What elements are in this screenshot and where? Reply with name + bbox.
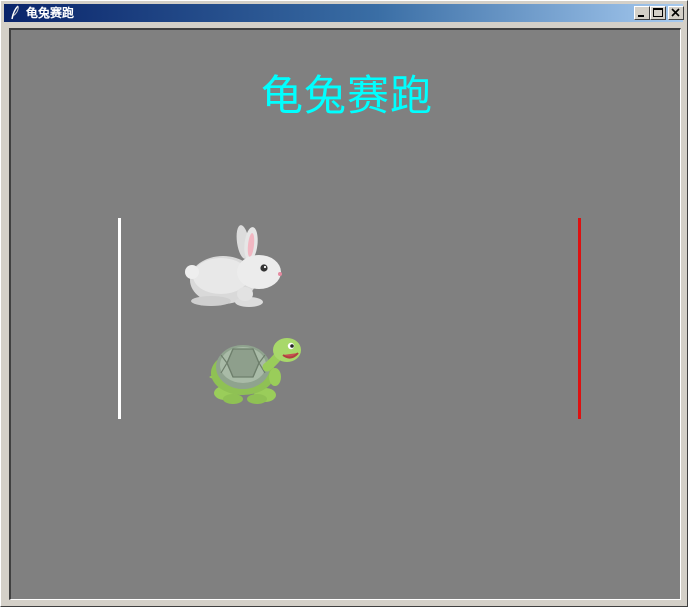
feather-icon[interactable]: [8, 5, 22, 21]
window-title: 龟兔赛跑: [26, 6, 75, 20]
rabbit-icon: [185, 225, 282, 307]
finish-line: [578, 218, 581, 419]
game-canvas[interactable]: 龟兔赛跑: [9, 28, 681, 600]
start-line: [118, 218, 121, 419]
minimize-button[interactable]: [634, 6, 650, 20]
minimize-icon: [638, 15, 644, 17]
app-window: 龟兔赛跑 龟兔赛跑: [0, 0, 688, 607]
maximize-icon: [653, 8, 663, 17]
title-bar[interactable]: 龟兔赛跑: [4, 4, 684, 22]
close-button[interactable]: [668, 6, 684, 20]
maximize-button[interactable]: [650, 6, 666, 20]
turtle-icon: [209, 338, 301, 404]
game-title: 龟兔赛跑: [260, 71, 433, 120]
close-icon: [671, 8, 680, 17]
